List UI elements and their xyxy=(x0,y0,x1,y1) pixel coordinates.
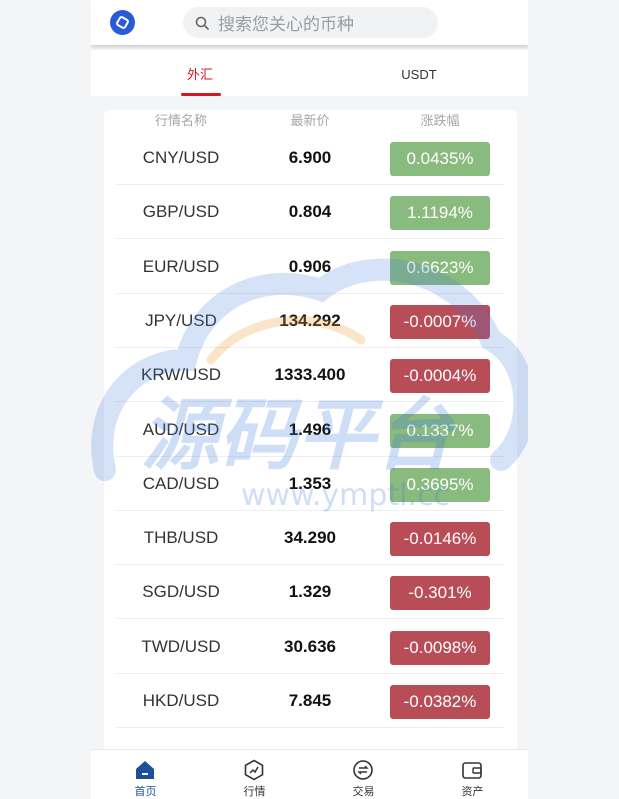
change-badge: -0.0146% xyxy=(390,522,490,557)
exchange-icon xyxy=(353,760,373,780)
quote-table: 行情名称 最新价 涨跌幅 CNY/USD 6.900 0.0435% GBP/USD 0… xyxy=(104,110,517,770)
change-badge: -0.0382% xyxy=(390,685,490,719)
quote-row[interactable]: CAD/USD 1.353 0.3695% xyxy=(116,457,504,511)
tab-forex-label: 外汇 xyxy=(186,67,213,82)
latest-price: 1.496 xyxy=(288,419,332,439)
bottom-navigation: 首页 行情 交易 资产 xyxy=(91,749,528,799)
nav-home[interactable]: 首页 xyxy=(91,750,200,799)
latest-price: 6.900 xyxy=(288,148,332,167)
quote-row[interactable]: SGD/USD 1.329 -0.301% xyxy=(116,565,504,620)
latest-price: 1333.400 xyxy=(274,365,346,385)
logo-hexagon-icon xyxy=(114,14,131,31)
market-icon xyxy=(244,759,264,781)
latest-price: 34.290 xyxy=(284,528,336,548)
nav-assets[interactable]: 资产 xyxy=(418,750,527,799)
change-badge: 0.3695% xyxy=(390,467,490,502)
pair-name: JPY/USD xyxy=(145,310,217,330)
tab-usdt-label: USDT xyxy=(401,67,437,82)
latest-price: 134.292 xyxy=(279,310,341,330)
latest-price: 0.906 xyxy=(288,256,332,276)
quote-row[interactable]: EUR/USD 0.906 0.6623% xyxy=(116,240,504,294)
pair-name: TWD/USD xyxy=(141,636,221,656)
change-badge: 0.1337% xyxy=(390,413,490,448)
latest-price: 30.636 xyxy=(284,636,336,656)
pair-name: EUR/USD xyxy=(142,256,220,276)
pair-name: GBP/USD xyxy=(142,202,220,222)
pair-name: SGD/USD xyxy=(142,582,220,602)
nav-trade-label: 交易 xyxy=(352,786,375,798)
column-header-change: 涨跌幅 xyxy=(420,113,460,128)
nav-trade[interactable]: 交易 xyxy=(309,750,418,799)
top-header: 搜索您关心的币种 xyxy=(91,0,528,45)
search-icon xyxy=(195,16,209,30)
quote-row[interactable]: KRW/USD 1333.400 -0.0004% xyxy=(116,348,504,403)
search-placeholder: 搜索您关心的币种 xyxy=(218,15,354,34)
nav-home-label: 首页 xyxy=(134,786,157,798)
quote-row[interactable]: CNY/USD 6.900 0.0435% xyxy=(116,131,504,185)
market-tabs: 外汇 USDT xyxy=(91,50,528,96)
pair-name: CAD/USD xyxy=(142,473,220,493)
change-badge: 0.6623% xyxy=(390,250,490,285)
quote-row[interactable]: AUD/USD 1.496 0.1337% xyxy=(116,403,504,457)
quote-row[interactable]: HKD/USD 7.845 -0.0382% xyxy=(116,674,504,728)
pair-name: KRW/USD xyxy=(141,365,221,385)
pair-name: THB/USD xyxy=(143,528,219,548)
active-tab-indicator xyxy=(181,93,221,96)
change-badge: -0.0007% xyxy=(390,304,490,339)
nav-assets-label: 资产 xyxy=(461,786,484,798)
latest-price: 1.329 xyxy=(288,582,332,602)
mobile-app: 搜索您关心的币种 外汇 USDT 行情名称 最新价 涨跌幅 CNY/USD 6.9… xyxy=(91,0,528,799)
wallet-icon xyxy=(462,762,482,779)
pair-name: AUD/USD xyxy=(142,419,220,439)
quote-row[interactable]: JPY/USD 134.292 -0.0007% xyxy=(116,294,504,348)
quote-row[interactable]: THB/USD 34.290 -0.0146% xyxy=(116,511,504,566)
pair-name: HKD/USD xyxy=(142,691,220,710)
pair-name: CNY/USD xyxy=(142,148,220,167)
change-badge: -0.0004% xyxy=(390,359,490,394)
change-badge: -0.0098% xyxy=(390,630,490,665)
app-logo[interactable] xyxy=(110,10,135,35)
nav-market[interactable]: 行情 xyxy=(200,750,309,799)
latest-price: 0.804 xyxy=(288,202,332,222)
column-header-name: 行情名称 xyxy=(154,113,207,128)
home-icon xyxy=(136,761,154,779)
change-badge: 1.1194% xyxy=(390,196,490,231)
column-header-price: 最新价 xyxy=(290,113,330,128)
search-bar[interactable]: 搜索您关心的币种 xyxy=(183,7,438,38)
change-badge: -0.301% xyxy=(390,576,490,611)
quote-row[interactable]: TWD/USD 30.636 -0.0098% xyxy=(116,620,504,674)
tab-forex[interactable]: 外汇 xyxy=(91,50,309,96)
quote-row[interactable]: GBP/USD 0.804 1.1194% xyxy=(116,185,504,240)
latest-price: 7.845 xyxy=(288,691,332,710)
change-badge: 0.0435% xyxy=(390,142,490,176)
tab-usdt[interactable]: USDT xyxy=(310,50,528,96)
latest-price: 1.353 xyxy=(288,473,332,493)
nav-market-label: 行情 xyxy=(243,786,266,798)
